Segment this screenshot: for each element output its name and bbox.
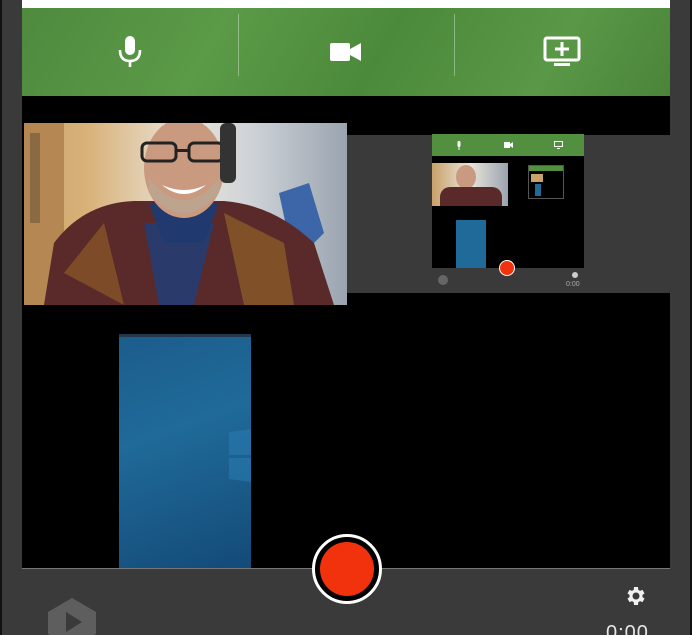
microphone-button[interactable] [22,8,238,96]
recording-timer: 0:00 [606,622,649,635]
microphone-icon [118,36,142,67]
mini-desktop-thumbnail [456,220,486,268]
mini-preview[interactable]: 0:00 [432,134,584,292]
app-logo-icon [48,598,96,635]
screen-add-icon [554,141,563,149]
microphone-icon [457,141,461,150]
window-right-border [670,0,692,635]
mini-nested-preview [528,165,564,199]
mini-timer: 0:00 [566,281,580,288]
window-frame: 0:00 0:00 [0,0,700,635]
screen-add-icon [543,36,581,66]
source-toolbar [22,8,670,96]
mini-record-button [499,260,515,276]
toolbar-gap [22,96,670,123]
app-logo-icon [438,275,448,285]
webcam-feed[interactable] [24,123,347,305]
video-camera-icon [504,142,513,148]
record-dot [320,542,374,596]
recorder-app: 0:00 0:00 [22,8,670,635]
camera-button[interactable] [238,8,454,96]
video-camera-icon [330,43,361,61]
windows-desktop-image [229,429,251,482]
gear-icon [572,272,578,278]
window-left-border [0,0,22,635]
record-button[interactable] [312,534,382,604]
webcam-person-image [24,123,334,305]
gear-icon[interactable] [623,584,647,608]
screen-share-button[interactable] [454,8,670,96]
screen-capture-feed[interactable] [119,334,251,569]
mini-webcam-thumbnail [432,163,508,206]
mini-toolbar [432,134,584,156]
